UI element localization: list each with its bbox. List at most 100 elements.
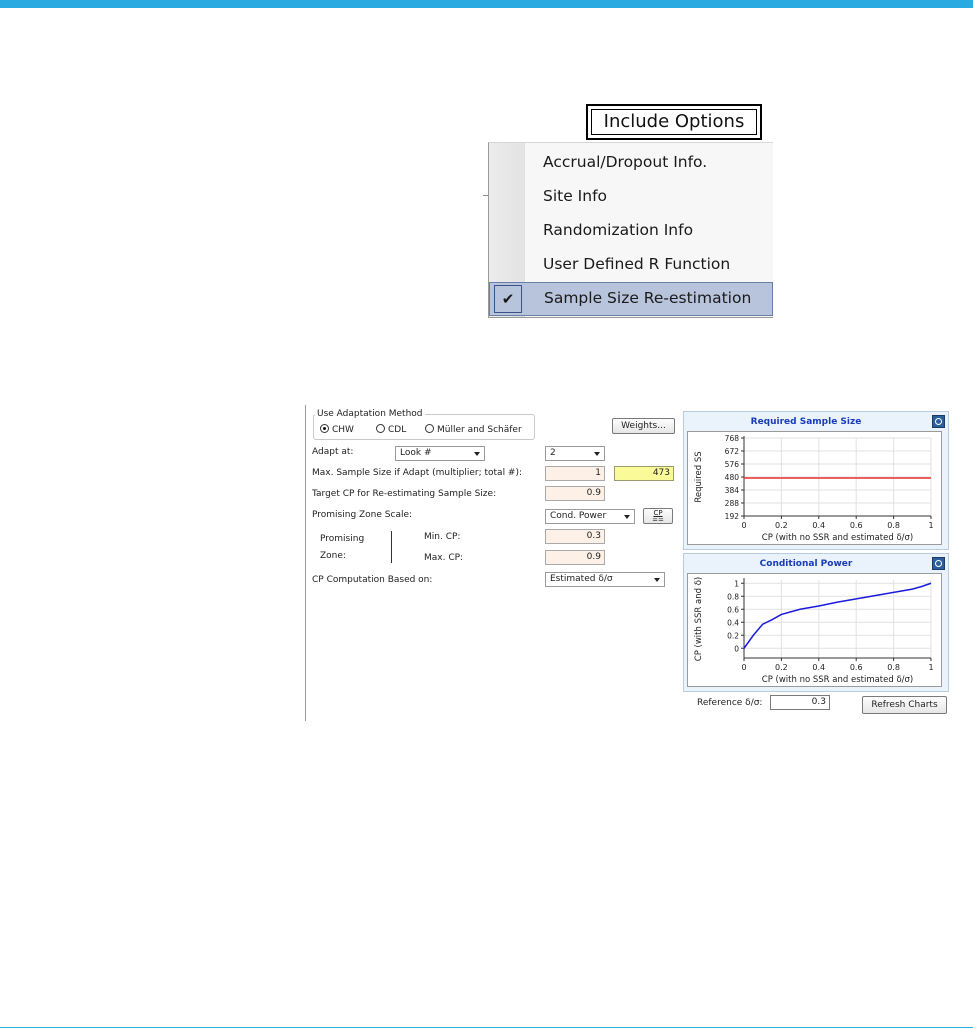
y-axis-label: CP (with SSR and δ) <box>694 577 704 661</box>
conditional-power-chart: Conditional Power 0 0.2 0.4 0.6 0.8 1 0 0.2 0.4 0… <box>683 553 949 692</box>
menu-item-label: Accrual/Dropout Info. <box>543 153 708 171</box>
menu-item-label: Site Info <box>543 187 608 205</box>
series-line <box>743 582 932 649</box>
x-tick-label: 1 <box>928 521 933 530</box>
required-sample-size-chart: Required Sample Size 0 0.2 0.4 0.6 0.8 1 192 28… <box>683 411 949 550</box>
y-tick-label: 192 <box>725 512 740 521</box>
chart-title: Required Sample Size <box>750 417 862 427</box>
adapt-look-select[interactable]: 2 <box>545 446 605 461</box>
min-cp-label: Min. CP: <box>424 532 461 542</box>
y-tick-label: 0.2 <box>727 631 739 640</box>
min-cp-input[interactable]: 0.3 <box>545 529 605 544</box>
select-value: Cond. Power <box>550 511 607 521</box>
menu-item-randomization-info[interactable]: Randomization Info <box>489 214 773 248</box>
x-tick-label: 1 <box>928 663 933 672</box>
max-cp-input[interactable]: 0.9 <box>545 550 605 565</box>
y-tick-label: 1 <box>734 579 739 588</box>
menu-item-accrual-dropout[interactable]: Accrual/Dropout Info. <box>489 146 773 180</box>
chevron-down-icon <box>474 452 480 456</box>
refresh-charts-button[interactable]: Refresh Charts <box>862 696 947 714</box>
y-tick-label: 672 <box>725 447 740 456</box>
include-options-menu: Accrual/Dropout Info. Site Info Randomiz… <box>488 142 773 318</box>
conditional-power-svg: 0 0.2 0.4 0.6 0.8 1 0 0.2 0.4 0.6 0.8 1 CP (with no … <box>694 577 934 685</box>
menu-item-user-defined-r-function[interactable]: User Defined R Function <box>489 248 773 282</box>
max-sample-size-label: Max. Sample Size if Adapt (multiplier; t… <box>312 468 523 478</box>
include-options-label: Include Options <box>591 109 757 135</box>
radio-label: Müller and Schäfer <box>437 425 522 435</box>
target-cp-input[interactable]: 0.9 <box>545 486 605 501</box>
pz-scale-label: Promising Zone Scale: <box>312 510 413 520</box>
x-tick-label: 0.4 <box>812 521 825 530</box>
reference-input[interactable]: 0.3 <box>770 695 830 710</box>
adapt-at-select[interactable]: Look # <box>395 446 485 461</box>
y-tick-label: 0.8 <box>727 592 739 601</box>
select-value: Estimated δ/σ <box>550 574 613 584</box>
promising-zone-label-1: Promising <box>320 534 365 544</box>
x-tick-label: 0.8 <box>887 663 900 672</box>
top-accent-bar <box>0 0 973 8</box>
chevron-down-icon <box>624 515 630 519</box>
reference-label: Reference δ/σ: <box>697 698 763 708</box>
pz-scale-select[interactable]: Cond. Power <box>545 509 635 524</box>
max-cp-label: Max. CP: <box>424 553 464 563</box>
zoom-icon[interactable] <box>932 557 945 570</box>
radio-label: CDL <box>388 425 407 435</box>
radio-cdl[interactable]: CDL <box>376 424 406 435</box>
y-axis-label: Required SS <box>694 451 704 502</box>
cp-computation-label: CP Computation Based on: <box>312 575 433 585</box>
max-ss-multiplier-input[interactable]: 1 <box>545 466 605 481</box>
x-tick-label: 0.6 <box>850 521 863 530</box>
menu-item-label: Sample Size Re-estimation <box>544 289 752 307</box>
x-axis-label: CP (with no SSR and estimated δ/σ) <box>762 533 913 543</box>
x-tick-label: 0.4 <box>812 663 825 672</box>
y-tick-label: 288 <box>725 499 740 508</box>
target-cp-label: Target CP for Re-estimating Sample Size: <box>312 489 497 499</box>
cp-scale-button[interactable]: CP == <box>643 508 673 524</box>
y-tick-label: 0 <box>734 644 739 653</box>
radio-muller-schafer[interactable]: Müller and Schäfer <box>425 424 522 435</box>
adapt-at-label: Adapt at: <box>312 447 354 457</box>
chart-plot-area: 0 0.2 0.4 0.6 0.8 1 192 288 384 480 576 672 768 CP (w… <box>687 431 942 545</box>
cp-computation-select[interactable]: Estimated δ/σ <box>545 572 665 587</box>
menu-item-label: Randomization Info <box>543 221 694 239</box>
max-ss-total-field: 473 <box>614 466 674 481</box>
radio-icon <box>376 424 385 433</box>
menu-item-sample-size-reestimation[interactable]: ✔ Sample Size Re-estimation <box>489 282 773 316</box>
chart-plot-area: 0 0.2 0.4 0.6 0.8 1 0 0.2 0.4 0.6 0.8 1 CP (with no … <box>687 573 942 687</box>
promising-zone-label-2: Zone: <box>320 551 346 561</box>
y-tick-label: 0.6 <box>727 605 739 614</box>
x-tick-label: 0 <box>741 521 746 530</box>
chevron-down-icon <box>654 578 660 582</box>
x-tick-label: 0 <box>741 663 746 672</box>
radio-icon <box>425 424 434 433</box>
menu-item-site-info[interactable]: Site Info <box>489 180 773 214</box>
weights-button[interactable]: Weights... <box>612 418 675 434</box>
y-tick-label: 768 <box>725 434 740 443</box>
y-tick-label: 576 <box>725 460 740 469</box>
select-value: 2 <box>550 448 556 458</box>
radio-selected-icon <box>320 424 329 433</box>
cp-button-bottom: == <box>652 516 664 524</box>
zoom-icon[interactable] <box>932 415 945 428</box>
x-axis-label: CP (with no SSR and estimated δ/σ) <box>762 675 913 685</box>
chart-title: Conditional Power <box>759 559 853 569</box>
adaptation-panel: Use Adaptation Method CHW CDL Müller and… <box>305 405 951 721</box>
y-tick-label: 0.4 <box>727 618 739 627</box>
radio-label: CHW <box>332 425 354 435</box>
x-tick-label: 0.6 <box>850 663 863 672</box>
chevron-down-icon <box>594 452 600 456</box>
y-tick-label: 384 <box>725 486 740 495</box>
menu-item-label: User Defined R Function <box>543 255 731 273</box>
select-value: Look # <box>400 448 432 458</box>
zone-bracket-line <box>391 531 392 563</box>
x-tick-label: 0.8 <box>887 521 900 530</box>
include-options-button[interactable]: Include Options <box>586 104 762 140</box>
adaptation-method-title: Use Adaptation Method <box>315 409 425 419</box>
required-ss-svg: 0 0.2 0.4 0.6 0.8 1 192 288 384 480 576 672 768 CP (w… <box>694 434 934 543</box>
radio-chw[interactable]: CHW <box>320 424 354 435</box>
y-tick-label: 480 <box>725 473 740 482</box>
checkmark-icon: ✔ <box>494 285 522 313</box>
x-tick-label: 0.2 <box>775 521 788 530</box>
bottom-accent-line <box>0 1027 973 1028</box>
x-tick-label: 0.2 <box>775 663 788 672</box>
